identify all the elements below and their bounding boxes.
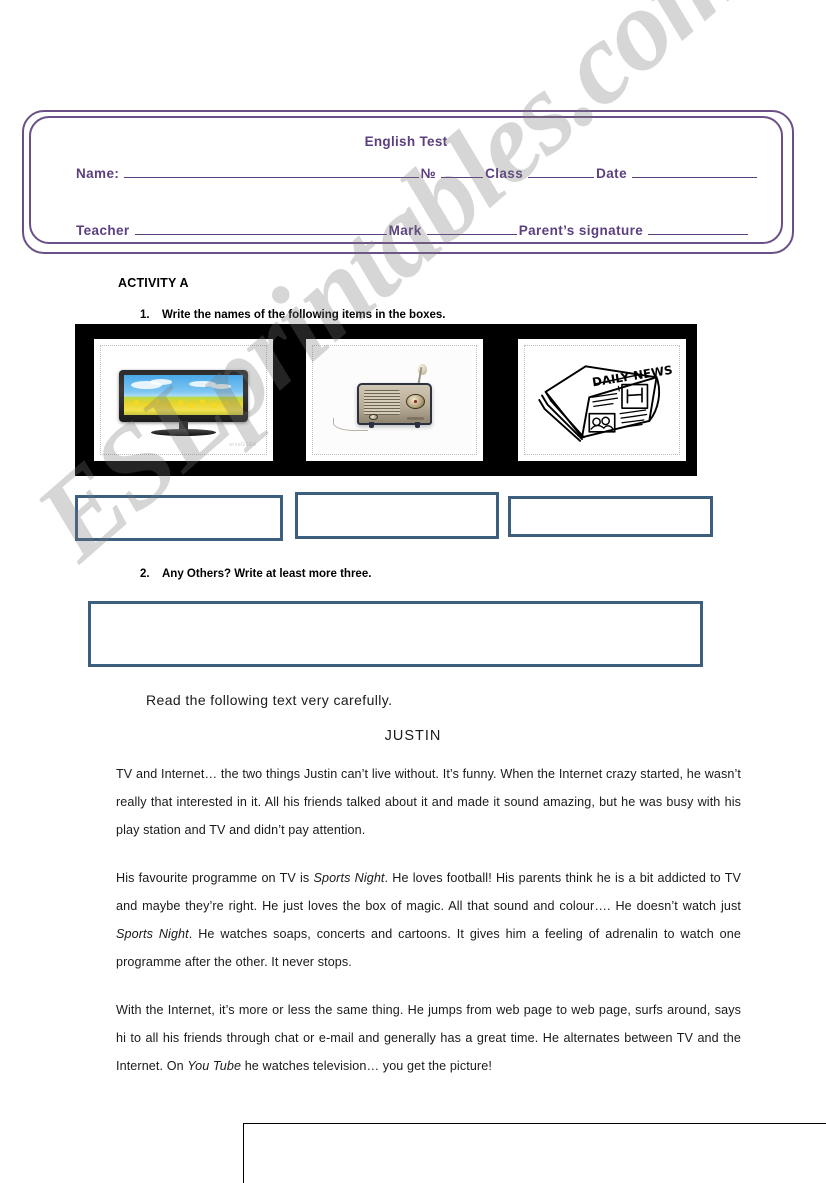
answer-box-others[interactable] [88,601,703,667]
task-2-instruction: 2. Any Others? Write at least more three. [140,568,371,580]
radio-body [357,383,432,428]
answer-box-television[interactable] [75,495,283,541]
number-input-line[interactable] [441,166,484,178]
bottom-answer-table[interactable] [243,1123,826,1183]
story-title-mention: Sports Night [116,927,189,941]
task-2-text: Any Others? Write at least more three. [162,568,372,580]
story-paragraph: His favourite programme on TV is Sports … [116,864,741,976]
picture-newspaper: DAILY NEWS [518,339,686,461]
flower-shape [211,403,217,408]
student-identity-box: English Test Name: № Class Date Teacher … [22,110,794,254]
identity-box-inner-border: English Test Name: № Class Date Teacher … [29,116,783,244]
story-text: TV and Internet… the two things Justin c… [116,767,741,837]
date-label: Date [596,166,627,181]
flower-shape [133,399,139,405]
picture-frame: wiseGEEK [100,345,267,455]
flower-shape [223,400,229,406]
teacher-input-line[interactable] [134,223,387,235]
picture-inner: DAILY NEWS [529,350,675,450]
number-label: № [420,166,437,181]
cloud-shape [150,379,172,385]
picture-strip: wiseGEEK DAILY NEWS [75,324,697,476]
name-label: Name: [76,166,120,181]
picture-inner [317,350,472,450]
flower-shape [144,403,150,408]
newspaper-drawing: DAILY NEWS [538,363,673,442]
story-paragraph: With the Internet, it’s more or less the… [116,996,741,1080]
tv-body [119,370,248,422]
task-1-instruction: 1. Write the names of the following items… [140,309,446,321]
identity-row-name: Name: № Class Date [76,166,759,181]
flower-shape [177,400,183,406]
cloud-shape [211,383,231,389]
newspaper-icon: DAILY NEWS [529,350,675,450]
radio-dial-marker [414,400,418,403]
story-title: JUSTIN [384,728,442,744]
story-text: His favourite programme on TV is [116,871,314,885]
tv-image-credit: wiseGEEK [229,442,257,448]
picture-frame: DAILY NEWS [524,345,680,455]
radio-speaker-grille [363,390,401,416]
picture-radio [306,339,483,461]
class-input-line[interactable] [528,166,595,178]
task-1-number: 1. [140,309,150,321]
flower-shape [154,399,160,404]
flower-shape [189,403,195,409]
radio-knob [369,413,379,421]
story-text: he watches television… you get the pictu… [241,1059,492,1073]
task-1-text: Write the names of the following items i… [162,309,446,321]
radio-tuning-dial [406,394,425,410]
radio-foot [369,422,375,428]
reading-instruction: Read the following text very carefully. [146,692,393,708]
mark-input-line[interactable] [426,223,517,235]
identity-row-teacher: Teacher Mark Parent’s signature [76,223,759,238]
radio-label-strip [407,416,425,420]
story-body: TV and Internet… the two things Justin c… [116,760,741,1080]
teacher-label: Teacher [76,223,130,238]
story-title-mention: Sports Night [313,871,385,885]
television-icon: wiseGEEK [105,350,262,450]
activity-heading: ACTIVITY A [118,276,189,290]
task-2-number: 2. [140,568,150,580]
picture-frame [312,345,477,455]
story-text: . He watches soaps, concerts and cartoon… [116,927,741,969]
answer-box-radio[interactable] [295,492,499,539]
flower-shape [200,399,206,405]
class-label: Class [485,166,524,181]
mark-label: Mark [388,223,422,238]
page-title: English Test [364,134,448,149]
answer-box-newspaper[interactable] [508,496,713,537]
story-title-mention: You Tube [187,1059,242,1073]
picture-television: wiseGEEK [94,339,273,461]
story-paragraph: TV and Internet… the two things Justin c… [116,760,741,844]
parent-signature-input-line[interactable] [648,223,749,235]
radio-foot [414,422,420,428]
tv-screen [124,375,243,415]
parent-signature-label: Parent’s signature [518,223,644,238]
tv-stand-base [150,429,217,436]
radio-icon [317,350,472,450]
flower-shape [165,403,171,409]
name-input-line[interactable] [124,166,419,178]
picture-inner: wiseGEEK [105,350,262,450]
date-input-line[interactable] [632,166,757,178]
